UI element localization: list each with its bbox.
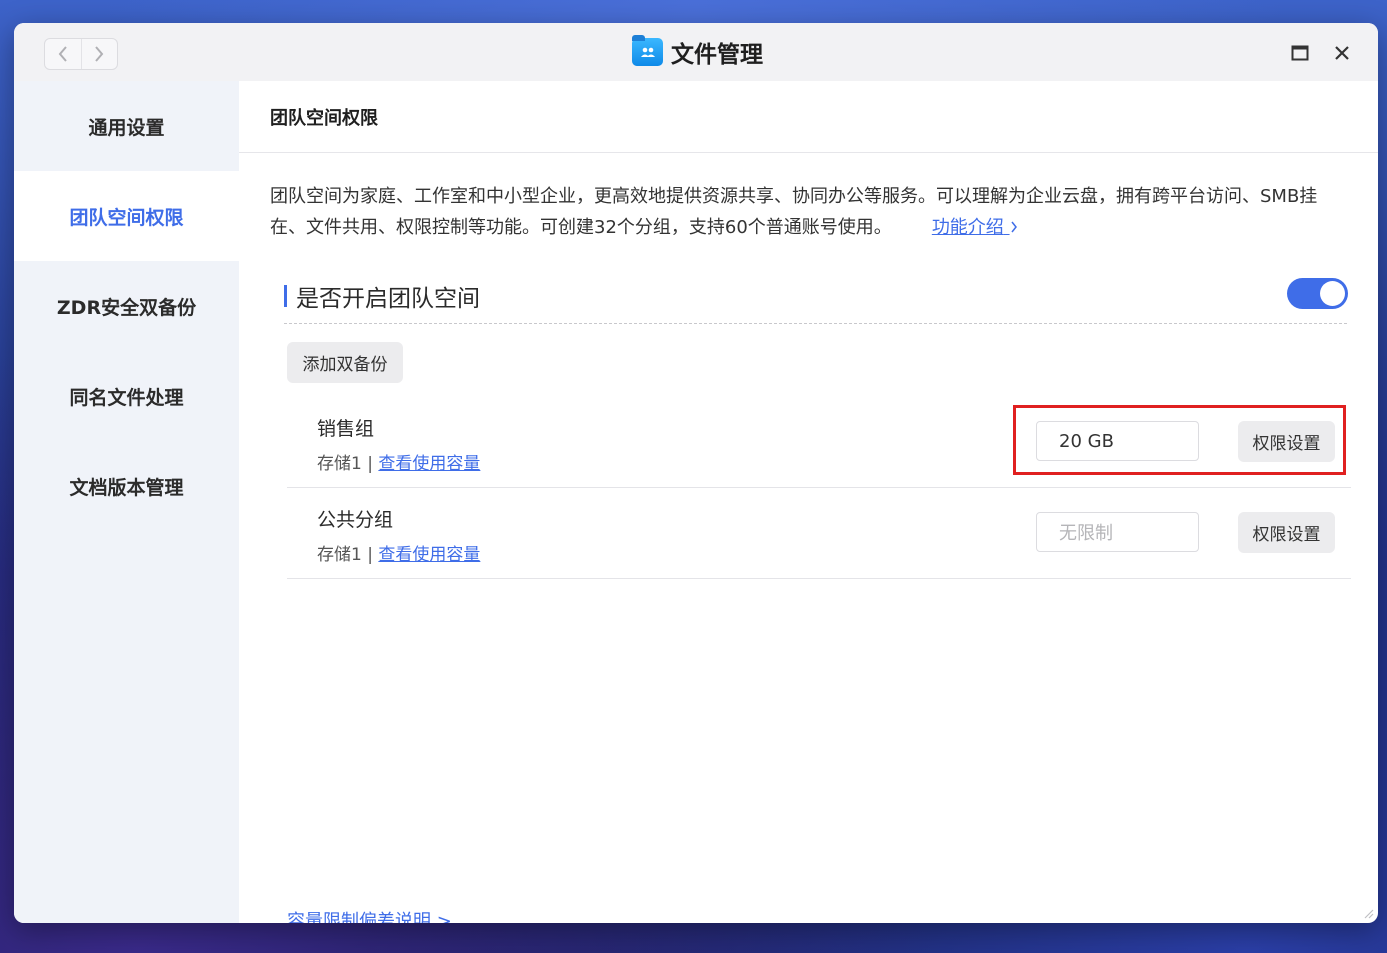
quota-deviation-link[interactable]: 容量限制偏差说明 > bbox=[287, 907, 452, 923]
nav-buttons bbox=[44, 38, 118, 70]
group-meta: 存储1 | 查看使用容量 bbox=[317, 449, 480, 474]
team-space-section-header: 是否开启团队空间 bbox=[284, 279, 1347, 324]
group-meta: 存储1 | 查看使用容量 bbox=[317, 540, 480, 565]
permission-settings-button[interactable]: 权限设置 bbox=[1238, 421, 1335, 462]
description-block: 团队空间为家庭、工作室和中小型企业，更高效地提供资源共享、协同办公等服务。可以理… bbox=[270, 181, 1350, 243]
folder-team-icon bbox=[632, 35, 663, 66]
forward-button[interactable] bbox=[80, 39, 118, 69]
sidebar-item-label: 同名文件处理 bbox=[69, 386, 184, 409]
sidebar-item-version-management[interactable]: 文档版本管理 bbox=[14, 441, 239, 531]
section-accent-bar bbox=[284, 285, 287, 307]
section-title: 是否开启团队空间 bbox=[296, 286, 480, 312]
sidebar-item-label: ZDR安全双备份 bbox=[56, 296, 197, 319]
add-backup-button[interactable]: 添加双备份 bbox=[287, 342, 403, 383]
sidebar-item-team-space[interactable]: 团队空间权限 bbox=[14, 171, 239, 261]
quota-input[interactable]: 20 GB bbox=[1036, 421, 1199, 461]
feature-intro-link[interactable]: 功能介绍 bbox=[932, 217, 1018, 238]
storage-label: 存储1 bbox=[317, 454, 362, 474]
quota-input[interactable]: 无限制 bbox=[1036, 512, 1199, 552]
sidebar-item-zdr-backup[interactable]: ZDR安全双备份 bbox=[14, 261, 239, 351]
group-name: 公共分组 bbox=[317, 509, 394, 531]
window-title: 文件管理 bbox=[671, 42, 763, 68]
list-item: 销售组 存储1 | 查看使用容量 20 GB 权限设置 bbox=[287, 397, 1351, 488]
feature-intro-label: 功能介绍 bbox=[931, 217, 1004, 238]
description-text: 团队空间为家庭、工作室和中小型企业，更高效地提供资源共享、协同办公等服务。可以理… bbox=[270, 186, 1318, 238]
storage-label: 存储1 bbox=[317, 545, 362, 565]
maximize-icon bbox=[1291, 45, 1309, 61]
file-manager-window: 文件管理 通用设置 团队空间权限 ZDR安全双备份 同名文件处理 文档版本管理 … bbox=[14, 23, 1378, 923]
group-name: 销售组 bbox=[317, 418, 375, 440]
close-icon bbox=[1335, 46, 1349, 60]
view-usage-link[interactable]: 查看使用容量 bbox=[378, 454, 480, 474]
title-bar: 文件管理 bbox=[14, 23, 1378, 81]
view-usage-link[interactable]: 查看使用容量 bbox=[378, 545, 480, 565]
list-item: 公共分组 存储1 | 查看使用容量 无限制 权限设置 bbox=[287, 488, 1351, 579]
window-title-group: 文件管理 bbox=[632, 35, 763, 68]
settings-sidebar: 通用设置 团队空间权限 ZDR安全双备份 同名文件处理 文档版本管理 bbox=[14, 81, 239, 923]
toggle-knob bbox=[1320, 281, 1345, 306]
close-button[interactable] bbox=[1330, 41, 1354, 65]
sidebar-item-label: 文档版本管理 bbox=[69, 476, 184, 499]
sidebar-item-general[interactable]: 通用设置 bbox=[14, 81, 239, 171]
resize-grip-icon[interactable] bbox=[1362, 907, 1374, 919]
sidebar-item-duplicate-files[interactable]: 同名文件处理 bbox=[14, 351, 239, 441]
chevron-left-icon bbox=[58, 46, 67, 62]
sidebar-item-label: 团队空间权限 bbox=[69, 206, 184, 229]
meta-separator: | bbox=[367, 545, 373, 565]
team-space-toggle[interactable] bbox=[1287, 278, 1348, 309]
permission-settings-button[interactable]: 权限设置 bbox=[1238, 512, 1335, 553]
chevron-right-icon bbox=[1010, 221, 1017, 233]
back-button[interactable] bbox=[45, 39, 81, 69]
meta-separator: | bbox=[367, 454, 373, 474]
maximize-button[interactable] bbox=[1288, 41, 1312, 65]
main-panel: 团队空间权限 团队空间为家庭、工作室和中小型企业，更高效地提供资源共享、协同办公… bbox=[239, 81, 1378, 923]
group-list: 销售组 存储1 | 查看使用容量 20 GB 权限设置 公共分组 存储1 | 查… bbox=[287, 397, 1351, 579]
sidebar-item-label: 通用设置 bbox=[88, 116, 165, 139]
chevron-right-icon bbox=[95, 46, 104, 62]
page-title: 团队空间权限 bbox=[239, 81, 1378, 153]
